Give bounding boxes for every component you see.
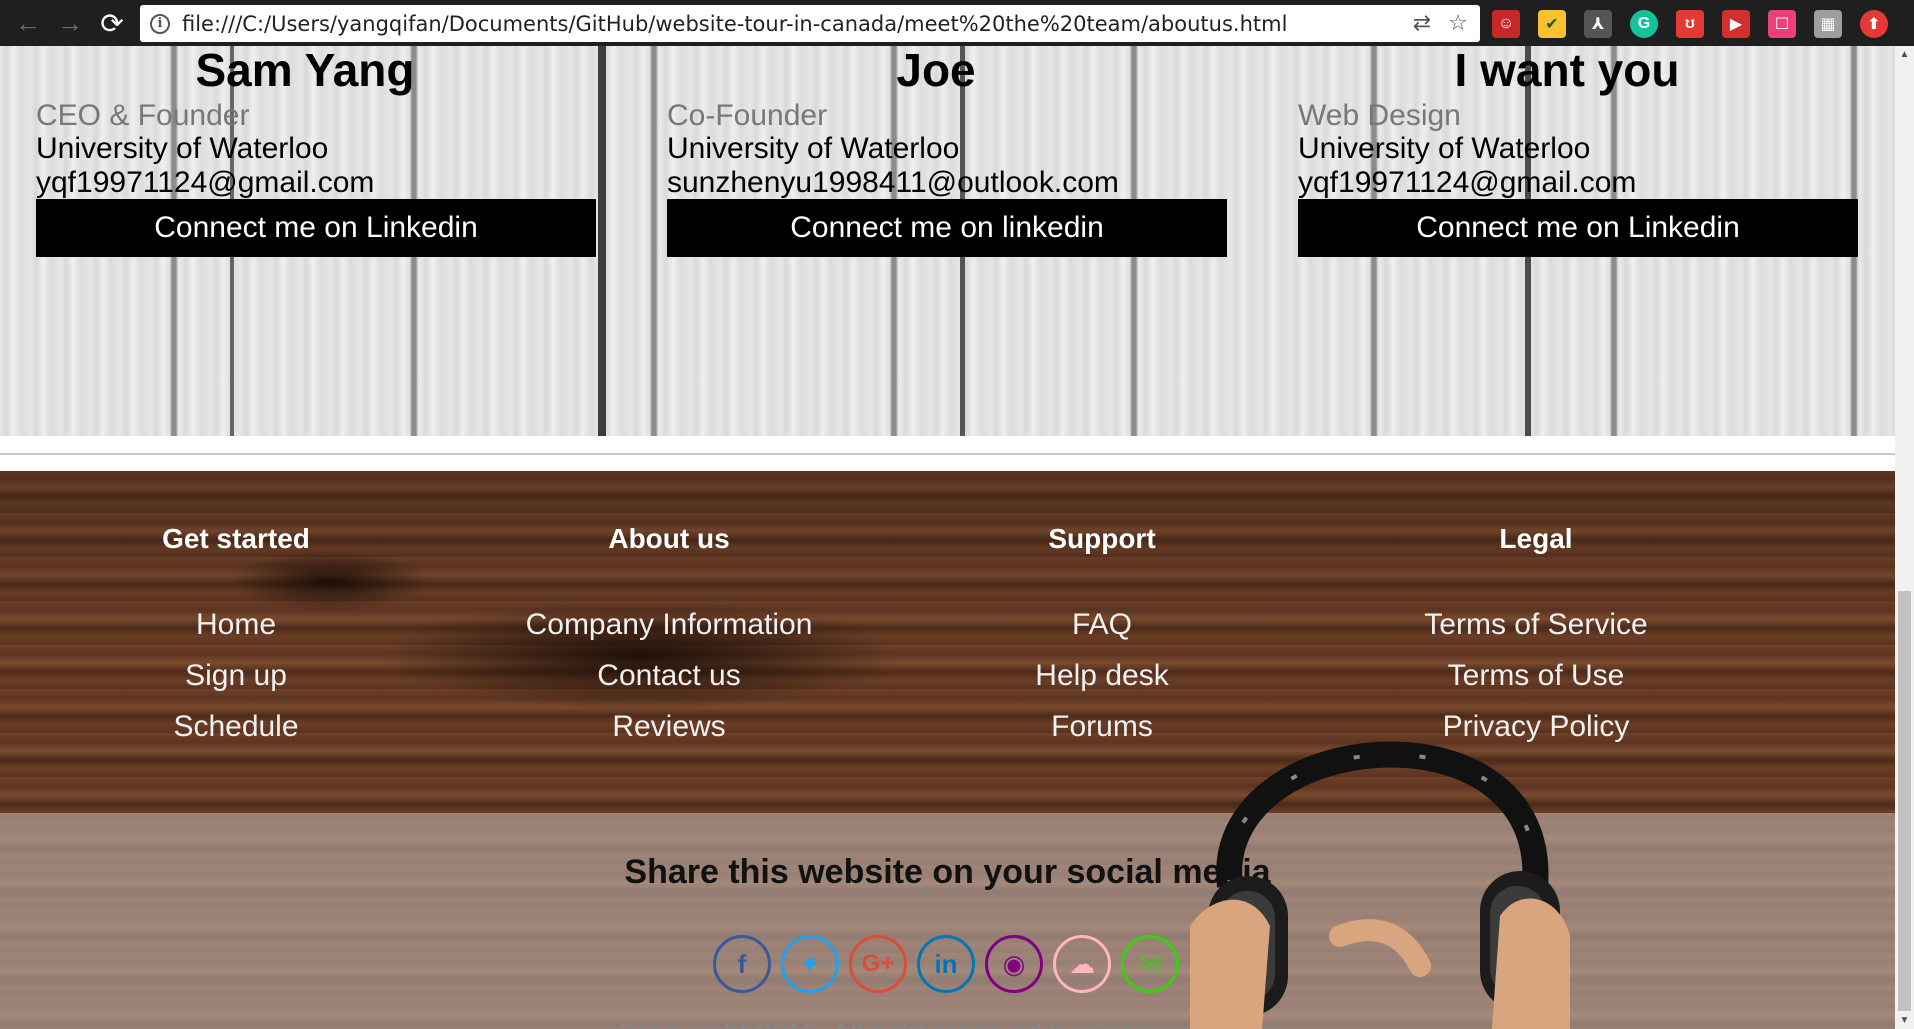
github-icon[interactable]: ◉ [985, 935, 1043, 993]
member-email: yqf19971124@gmail.com [36, 166, 375, 199]
footer-heading: Get started [162, 523, 310, 554]
ext-pdf-icon[interactable]: ⅄ [1584, 10, 1612, 38]
grammarly-icon[interactable]: G [1630, 10, 1658, 38]
section-divider [0, 453, 1895, 455]
member-school: University of Waterloo [36, 132, 329, 165]
vertical-scrollbar[interactable]: ▲ ▼ [1895, 46, 1914, 1029]
ext-red-icon[interactable]: ʊ [1676, 10, 1704, 38]
ext-gray-icon[interactable]: ▦ [1814, 10, 1842, 38]
footer-heading: About us [608, 523, 730, 554]
member-email: yqf19971124@gmail.com [1298, 166, 1637, 199]
headphones-image [1190, 741, 1570, 1029]
scroll-thumb[interactable] [1898, 591, 1911, 1011]
team-card-3: I want you Web Design University of Wate… [1262, 46, 1872, 257]
footer-link-company-info[interactable]: Company Information [459, 599, 879, 650]
ext-shield-icon[interactable]: ✔ [1538, 10, 1566, 38]
share-title: Share this website on your social media [624, 853, 1271, 891]
scroll-up-icon[interactable]: ▲ [1895, 46, 1914, 63]
reload-icon[interactable]: ⟳ [94, 5, 130, 41]
ext-pink-icon[interactable]: ☐ [1768, 10, 1796, 38]
ext-up-icon[interactable]: ⬆ [1860, 10, 1888, 38]
wechat-icon[interactable]: ✉ [1121, 935, 1179, 993]
translate-icon[interactable]: ⇄ [1408, 10, 1436, 38]
twitter-icon[interactable]: ✦ [781, 935, 839, 993]
member-name: Joe [896, 46, 976, 96]
qq-icon[interactable]: ☁ [1053, 935, 1111, 993]
address-bar[interactable]: i file:///C:/Users/yangqifan/Documents/G… [140, 5, 1480, 42]
footer-link-contact[interactable]: Contact us [459, 650, 879, 701]
member-name: Sam Yang [195, 46, 415, 96]
footer-heading: Support [1048, 523, 1156, 554]
footer-link-home[interactable]: Home [26, 599, 446, 650]
team-card-2: Joe Co-Founder University of Waterloo su… [631, 46, 1241, 257]
url-text[interactable]: file:///C:/Users/yangqifan/Documents/Git… [182, 12, 1408, 36]
member-school: University of Waterloo [667, 132, 960, 165]
footer-link-reviews[interactable]: Reviews [459, 701, 879, 752]
arrow-right-icon[interactable]: → [52, 5, 88, 41]
facebook-icon[interactable]: f [713, 935, 771, 993]
footer-link-signup[interactable]: Sign up [26, 650, 446, 701]
arrow-left-icon[interactable]: ← [10, 5, 46, 41]
bookmark-star-icon[interactable]: ☆ [1444, 10, 1472, 38]
footer-heading: Legal [1499, 523, 1573, 554]
linkedin-icon[interactable]: in [917, 935, 975, 993]
extensions-bar: ☺ ✔ ⅄ G ʊ ▶ ☐ ▦ ⬆ [1492, 9, 1888, 39]
member-email: sunzhenyu1998411@outlook.com [667, 166, 1119, 199]
browser-toolbar: ← → ⟳ i file:///C:/Users/yangqifan/Docum… [0, 0, 1914, 46]
footer-link-schedule[interactable]: Schedule [26, 701, 446, 752]
page-viewport: Sam Yang CEO & Founder University of Wat… [0, 46, 1895, 1029]
member-name: I want you [1454, 46, 1680, 96]
social-icons: f ✦ G+ in ◉ ☁ ✉ [713, 935, 1179, 993]
footer-col-get-started: Get started Home Sign up Schedule [26, 521, 446, 752]
ext-avatar-icon[interactable]: ☺ [1492, 10, 1520, 38]
footer-col-about-us: About us Company Information Contact us … [459, 521, 879, 752]
linkedin-connect-button[interactable]: Connect me on Linkedin [36, 199, 596, 257]
linkedin-connect-button[interactable]: Connect me on linkedin [667, 199, 1227, 257]
share-band: Share this website on your social media … [0, 813, 1895, 1029]
info-icon[interactable]: i [150, 13, 170, 34]
scroll-down-icon[interactable]: ▼ [1895, 1012, 1914, 1029]
linkedin-connect-button[interactable]: Connect me on Linkedin [1298, 199, 1858, 257]
team-card-1: Sam Yang CEO & Founder University of Wat… [0, 46, 610, 257]
footer: Get started Home Sign up Schedule About … [0, 471, 1895, 1029]
copyright-text: ?copyright 2018, All right reserved by S… [0, 1017, 1895, 1029]
member-school: University of Waterloo [1298, 132, 1591, 165]
ext-video-icon[interactable]: ▶ [1722, 10, 1750, 38]
google-plus-icon[interactable]: G+ [849, 935, 907, 993]
team-section: Sam Yang CEO & Founder University of Wat… [0, 46, 1895, 436]
